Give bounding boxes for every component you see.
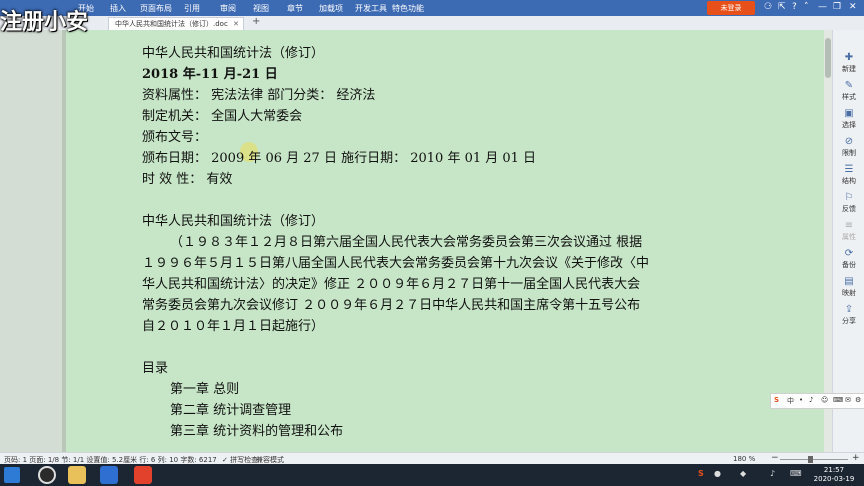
record-app-icon[interactable]	[38, 466, 56, 484]
backup-icon: ⟳	[844, 248, 854, 259]
doc-line-authority: 制定机关： 全国人大常委会	[142, 109, 303, 124]
doc-line-history-3: 华人民共和国统计法〉的决定》修正 ２００９年６月２７日第十一届全国人民代表大会	[142, 277, 641, 292]
menu-features[interactable]: 特色功能	[392, 3, 424, 14]
doc-line-date: 2018 年-11 月-21 日	[142, 67, 278, 82]
tab-close-icon[interactable]: ✕	[233, 18, 239, 30]
ime-settings-icon[interactable]: ⚙	[855, 396, 861, 404]
scrollbar-thumb[interactable]	[825, 38, 831, 78]
doc-line-history-1: （１９８３年１２月８日第六届全国人民代表大会常务委员会第三次会议通过 根据	[170, 235, 643, 250]
document-page[interactable]: 中华人民共和国统计法（修订） 2018 年-11 月-21 日 资料属性： 宪法…	[66, 30, 824, 452]
tray-keyboard-icon[interactable]: ⌨	[790, 469, 802, 478]
new-icon: ✚	[844, 52, 854, 63]
menu-page-layout[interactable]: 页面布局	[140, 3, 172, 14]
doc-line-history-5: 自２０１０年１月１日起施行）	[142, 319, 325, 334]
zoom-slider[interactable]	[780, 459, 848, 460]
restore-icon[interactable]: ❐	[833, 2, 841, 12]
document-tab-title: 中华人民共和国统计法（修订）.doc	[115, 20, 228, 28]
left-margin-area	[0, 30, 62, 452]
zoom-in-icon[interactable]: +	[852, 453, 860, 463]
vertical-scrollbar[interactable]	[824, 30, 832, 452]
login-button[interactable]: 未登录	[707, 1, 755, 15]
style-icon: ✎	[844, 80, 854, 91]
doc-line-toc-chapter-3: 第三章 统计资料的管理和公布	[170, 424, 344, 439]
ime-chinese-mode[interactable]: 中	[787, 396, 794, 406]
menu-view[interactable]: 视图	[253, 3, 269, 14]
document-tab-bar: 中华人民共和国统计法（修订）.doc ✕ +	[0, 16, 864, 31]
select-icon: ▣	[844, 108, 854, 119]
share-pane-icon: ⇪	[844, 304, 854, 315]
clock-time: 21:57	[823, 466, 845, 474]
sidebar-feedback[interactable]: ⚐ 反馈	[833, 192, 864, 214]
menu-chapter[interactable]: 章节	[287, 3, 303, 14]
menu-developer[interactable]: 开发工具	[355, 3, 387, 14]
file-explorer-icon[interactable]	[68, 466, 86, 484]
doc-line-validity: 时 效 性： 有效	[142, 172, 233, 187]
sidebar-share[interactable]: ⇪ 分享	[833, 304, 864, 326]
sidebar-style[interactable]: ✎ 样式	[833, 80, 864, 102]
taskbar-clock[interactable]: 21:57 2020-03-19	[810, 466, 858, 484]
zoom-level[interactable]: 180 %	[733, 455, 755, 463]
minimize-icon[interactable]: —	[818, 2, 827, 12]
sidebar-properties[interactable]: ≡ 属性	[833, 220, 864, 242]
sidebar-restrict[interactable]: ⊘ 限制	[833, 136, 864, 158]
sogou-logo-icon: S	[774, 396, 780, 404]
doc-line-doc-number: 颁布文号：	[142, 130, 208, 145]
sidebar-select[interactable]: ▣ 选择	[833, 108, 864, 130]
doc-line-title-repeat: 中华人民共和国统计法（修订）	[142, 214, 325, 229]
new-tab-icon[interactable]: +	[252, 16, 260, 27]
zoom-out-icon[interactable]: −	[771, 453, 779, 463]
clock-date: 2020-03-19	[813, 475, 855, 483]
tray-volume-icon[interactable]: ♪	[770, 469, 775, 478]
menu-addins[interactable]: 加载项	[319, 3, 343, 14]
right-sidebar: ✚ 新建 ✎ 样式 ▣ 选择 ⊘ 限制 ☰ 结构 ⚐ 反馈 ≡ 属性 ⟳ 备份 ▤ 映射 ⇪ 分享	[832, 30, 864, 452]
wps-writer-icon[interactable]	[100, 466, 118, 484]
tray-record-icon[interactable]: ●	[714, 469, 721, 478]
skin-icon[interactable]: ⚆	[764, 2, 772, 12]
menu-bar: 开始 插入 页面布局 引用 审阅 视图 章节 加载项 开发工具 特色功能 未登录…	[0, 0, 864, 16]
doc-line-attributes: 资料属性： 宪法法律 部门分类： 经济法	[142, 88, 376, 103]
close-icon[interactable]: ✕	[849, 2, 857, 12]
media-app-icon[interactable]	[134, 466, 152, 484]
sidebar-mapping[interactable]: ▤ 映射	[833, 276, 864, 298]
doc-line-title: 中华人民共和国统计法（修订）	[142, 46, 325, 61]
ime-toolbar[interactable]: S 中 • ♪ ☺ ⌨ ✉ ⚙	[770, 393, 864, 409]
ime-mail-icon[interactable]: ✉	[845, 396, 851, 404]
menu-insert[interactable]: 插入	[110, 3, 126, 14]
sidebar-backup[interactable]: ⟳ 备份	[833, 248, 864, 270]
ime-emoji-icon[interactable]: ☺	[821, 396, 828, 404]
taskbar: S ● ◆ ♪ ⌨ 21:57 2020-03-19	[0, 464, 864, 486]
menu-review[interactable]: 审阅	[220, 3, 236, 14]
feedback-icon: ⚐	[844, 192, 854, 203]
doc-line-dates: 颁布日期： 2009 年 06 月 27 日 施行日期： 2010 年 01 月…	[142, 151, 537, 166]
sidebar-structure[interactable]: ☰ 结构	[833, 164, 864, 186]
mapping-icon: ▤	[844, 276, 854, 287]
restrict-icon: ⊘	[844, 136, 854, 147]
zoom-slider-handle[interactable]	[808, 456, 813, 463]
ime-keyboard-icon[interactable]: ⌨	[833, 396, 843, 404]
doc-line-toc-chapter-1: 第一章 总则	[170, 382, 240, 397]
tray-app-icon[interactable]: ◆	[740, 469, 746, 478]
tray-sogou-icon[interactable]: S	[698, 469, 704, 478]
ime-voice-icon[interactable]: ♪	[809, 396, 813, 404]
start-button[interactable]	[4, 467, 20, 483]
help-icon[interactable]: ?	[792, 2, 797, 12]
sidebar-new[interactable]: ✚ 新建	[833, 52, 864, 74]
collapse-ribbon-icon[interactable]: ˄	[804, 2, 809, 12]
structure-icon: ☰	[844, 164, 854, 175]
share-icon[interactable]: ⇱	[778, 2, 786, 12]
doc-line-toc-heading: 目录	[142, 361, 169, 376]
menu-references[interactable]: 引用	[184, 3, 200, 14]
doc-line-toc-chapter-2: 第二章 统计调查管理	[170, 403, 292, 418]
watermark-text: 注册小安	[0, 10, 89, 35]
doc-line-history-4: 常务委员会第九次会议修订 ２００９年６月２７日中华人民共和国主席令第十五号公布	[142, 298, 641, 313]
properties-icon: ≡	[844, 220, 854, 231]
doc-line-history-2: １９９６年５月１５日第八届全国人民代表大会常务委员会第十九次会议《关于修改〈中	[142, 256, 650, 271]
ime-punctuation-icon[interactable]: •	[799, 396, 803, 404]
document-tab[interactable]: 中华人民共和国统计法（修订）.doc ✕	[108, 17, 244, 30]
